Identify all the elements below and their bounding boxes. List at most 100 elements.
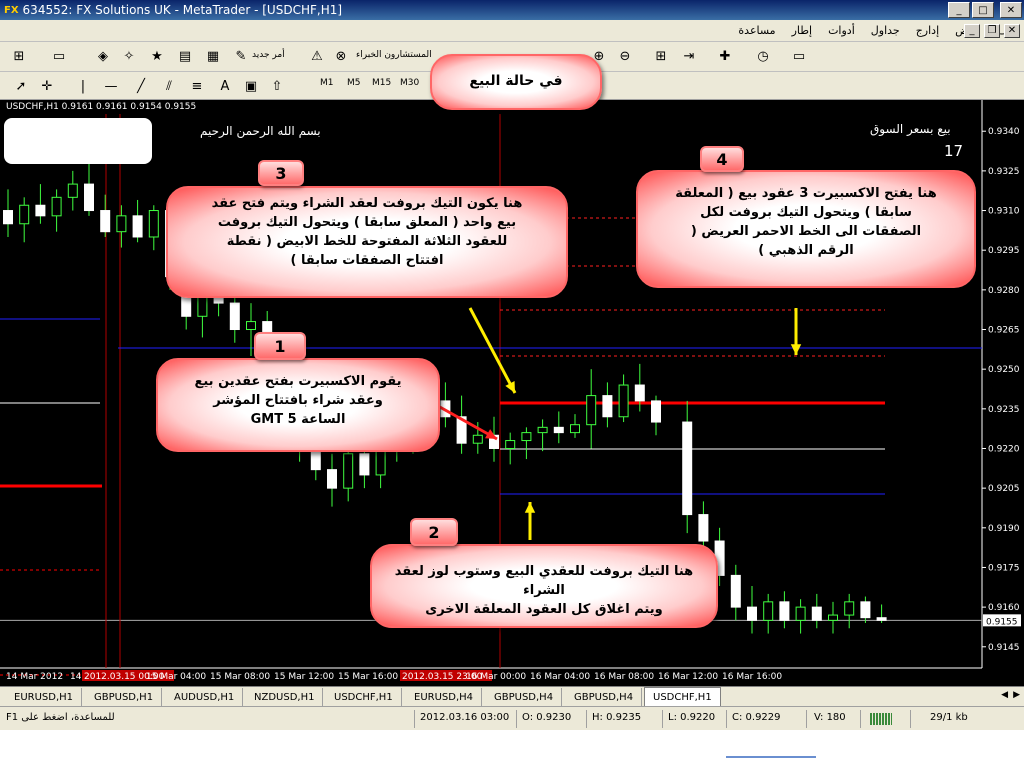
- candle: [634, 384, 645, 402]
- callout-2-line: ويتم اغلاق كل العقود المعلقة الاخرى: [425, 602, 663, 617]
- tab-gbpusd-h4-2[interactable]: GBPUSD,H4: [566, 688, 643, 706]
- new-order-icon[interactable]: ✎: [230, 46, 252, 66]
- profiles-icon[interactable]: ▭: [48, 46, 70, 66]
- status-separator: [586, 710, 587, 728]
- time-tick-label: 16 Mar 12:00: [658, 672, 718, 682]
- indicators-icon[interactable]: ✚: [714, 46, 736, 66]
- tab-eurusd-h4[interactable]: EURUSD,H4: [406, 688, 483, 706]
- candle: [586, 395, 597, 426]
- horizontal-line-icon[interactable]: —: [100, 76, 122, 96]
- tab-eurusd-h1[interactable]: EURUSD,H1: [6, 688, 83, 706]
- channel-icon[interactable]: ⫽: [158, 76, 180, 96]
- status-traffic: 29/1 kb: [930, 712, 968, 723]
- timeframe-m30[interactable]: M30: [400, 78, 419, 88]
- candle: [537, 426, 548, 434]
- price-tick-label: 0.9280: [988, 286, 1020, 296]
- tile-windows-icon[interactable]: ⊞: [650, 46, 672, 66]
- auto-scroll-icon[interactable]: ⇥: [678, 46, 700, 66]
- callout-4-line: الرقم الذهبي ): [758, 243, 854, 258]
- logo-patch: [4, 118, 152, 164]
- menu-help[interactable]: مساعدة: [738, 24, 775, 37]
- fibonacci-icon[interactable]: ≡: [186, 76, 208, 96]
- tab-usdchf-h1[interactable]: USDCHF,H1: [326, 688, 402, 706]
- child-restore-button[interactable]: ❐: [984, 23, 1000, 38]
- status-open: O: 0.9230: [522, 712, 572, 723]
- expert-advisors-label[interactable]: المستشارون الخبراء: [356, 50, 432, 60]
- callout-3-line: هنا يكون التيك بروفت لعقد الشراء ويتم فت…: [211, 196, 523, 211]
- status-low: L: 0.9220: [668, 712, 716, 723]
- menu-tools[interactable]: أدوات: [828, 24, 855, 37]
- candle: [359, 453, 370, 476]
- status-separator: [806, 710, 807, 728]
- candle: [229, 302, 240, 331]
- new-order-label[interactable]: أمر جديد: [252, 50, 285, 60]
- menu-window[interactable]: إطار: [792, 24, 812, 37]
- chart-header: USDCHF,H1 0.9161 0.9161 0.9154 0.9155: [6, 102, 197, 112]
- price-tick-label: 0.9175: [988, 563, 1020, 573]
- callout-3-text: هنا يكون التيك بروفت لعقد الشراء ويتم فت…: [170, 194, 564, 270]
- strategy-tester-icon[interactable]: ▦: [202, 46, 224, 66]
- candle: [521, 432, 532, 442]
- warning-icon[interactable]: ⚠: [306, 46, 328, 66]
- price-tick-label: 0.9190: [988, 524, 1020, 534]
- timeframe-m5[interactable]: M5: [347, 78, 361, 88]
- candle: [763, 601, 774, 621]
- maximize-button[interactable]: □: [972, 2, 994, 18]
- cursor-icon[interactable]: ➚: [10, 76, 32, 96]
- templates-icon[interactable]: ▭: [788, 46, 810, 66]
- zoom-out-icon[interactable]: ⊖: [614, 46, 636, 66]
- menu-insert[interactable]: إدارج: [916, 24, 939, 37]
- time-tick-label: 16 Mar 16:00: [722, 672, 782, 682]
- tab-scroll-right-icon[interactable]: ▶: [1013, 690, 1020, 700]
- new-chart-icon[interactable]: ⊞: [8, 46, 30, 66]
- candle: [116, 215, 127, 233]
- candle: [505, 440, 516, 449]
- desktop-area: [0, 730, 1024, 768]
- candle: [730, 574, 741, 608]
- time-tick-label: 15 Mar 04:00: [146, 672, 206, 682]
- expert-advisors-icon[interactable]: ⊗: [330, 46, 352, 66]
- market-watch-icon[interactable]: ◈: [92, 46, 114, 66]
- candle: [876, 617, 887, 621]
- trendline-icon[interactable]: ╱: [130, 76, 152, 96]
- basmala-text: بسم الله الرحمن الرحيم: [200, 124, 321, 138]
- candle: [844, 601, 855, 616]
- navigator-icon[interactable]: ★: [146, 46, 168, 66]
- menu-charts[interactable]: جداول: [871, 24, 900, 37]
- callout-4-number: 4: [700, 146, 744, 172]
- child-close-button[interactable]: ✕: [1004, 23, 1020, 38]
- status-close: C: 0.9229: [732, 712, 781, 723]
- timeframe-m1[interactable]: M1: [320, 78, 334, 88]
- tab-nzdusd-h1[interactable]: NZDUSD,H1: [246, 688, 324, 706]
- candle: [795, 606, 806, 621]
- time-tick-label: 15 Mar 12:00: [274, 672, 334, 682]
- crosshair-icon[interactable]: ✛: [36, 76, 58, 96]
- tab-scroll-left-icon[interactable]: ◀: [1001, 690, 1008, 700]
- candle: [343, 453, 354, 489]
- data-window-icon[interactable]: ✧: [118, 46, 140, 66]
- timeframe-m15[interactable]: M15: [372, 78, 391, 88]
- callout-1-line: الساعة 5 GMT: [250, 412, 346, 427]
- periods-icon[interactable]: ◷: [752, 46, 774, 66]
- callout-3-line: بيع واحد ( المعلق سابقا ) ويتحول التيك ب…: [217, 215, 517, 230]
- tab-audusd-h1[interactable]: AUDUSD,H1: [166, 688, 244, 706]
- tab-gbpusd-h1[interactable]: GBPUSD,H1: [86, 688, 163, 706]
- vertical-line-icon[interactable]: |: [72, 76, 94, 96]
- close-button[interactable]: ✕: [1000, 2, 1022, 18]
- time-tick-label: 15 Mar 08:00: [210, 672, 270, 682]
- text-icon[interactable]: A: [214, 76, 236, 96]
- callout-4-line: هنا يفتح الاكسبيرت 3 عقود بيع ( المعلقة: [675, 186, 937, 201]
- candle: [811, 606, 822, 621]
- terminal-icon[interactable]: ▤: [174, 46, 196, 66]
- arrows-icon[interactable]: ⇧: [266, 76, 288, 96]
- candle: [148, 210, 159, 238]
- status-volume: V: 180: [814, 712, 846, 723]
- minimize-button[interactable]: _: [948, 2, 970, 18]
- time-tick-label: 16 Mar 08:00: [594, 672, 654, 682]
- tab-gbpusd-h4[interactable]: GBPUSD,H4: [486, 688, 563, 706]
- status-help: للمساعدة، اضغط على F1: [6, 712, 115, 723]
- tab-usdchf-h1-active[interactable]: USDCHF,H1: [644, 687, 721, 707]
- candle: [828, 614, 838, 621]
- text-label-icon[interactable]: ▣: [240, 76, 262, 96]
- child-minimize-button[interactable]: _: [964, 23, 980, 38]
